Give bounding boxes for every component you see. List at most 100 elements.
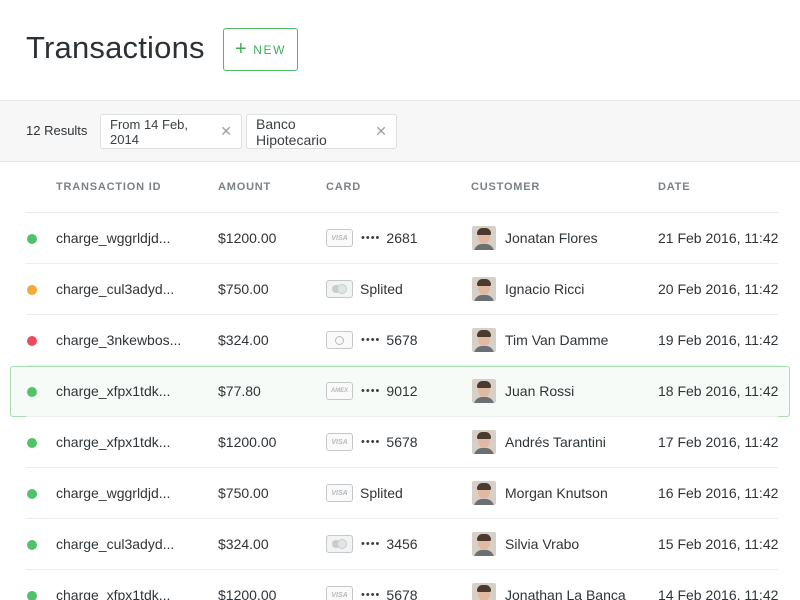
table-row[interactable]: charge_xfpx1tdk... $77.80 AMEX •••• 9012 J… bbox=[0, 366, 800, 417]
plus-icon: + bbox=[234, 37, 249, 60]
split-card-icon bbox=[326, 535, 353, 553]
status-dot bbox=[27, 234, 37, 244]
avatar bbox=[472, 481, 496, 505]
amount: $1200.00 bbox=[218, 587, 277, 600]
customer-name: Jonathan La Banca bbox=[505, 587, 626, 600]
transaction-id[interactable]: charge_3nkewbos... bbox=[56, 332, 181, 348]
table-row[interactable]: charge_xfpx1tdk... $1200.00 VISA •••• 5678… bbox=[0, 417, 800, 468]
card-mask: •••• bbox=[361, 589, 381, 600]
amount: $750.00 bbox=[218, 485, 269, 501]
card-last4: 5678 bbox=[386, 434, 418, 450]
card-mask: •••• bbox=[361, 436, 381, 448]
transaction-id[interactable]: charge_wggrldjd... bbox=[56, 485, 170, 501]
visa-card-icon: VISA bbox=[326, 229, 353, 247]
card-cell: •••• 3456 bbox=[326, 535, 418, 553]
date: 21 Feb 2016, 11:42 bbox=[658, 230, 779, 246]
amount: $1200.00 bbox=[218, 434, 277, 450]
date: 20 Feb 2016, 11:42 bbox=[658, 281, 779, 297]
new-button-label: NEW bbox=[253, 42, 287, 57]
status-dot bbox=[27, 540, 37, 550]
customer-name: Morgan Knutson bbox=[505, 485, 608, 501]
customer-name: Andrés Tarantini bbox=[505, 434, 606, 450]
customer-cell[interactable]: Juan Rossi bbox=[472, 379, 574, 403]
card-last4: 5678 bbox=[386, 332, 418, 348]
transaction-id[interactable]: charge_xfpx1tdk... bbox=[56, 383, 170, 399]
customer-name: Ignacio Ricci bbox=[505, 281, 585, 297]
card-last4: 2681 bbox=[386, 230, 418, 246]
transaction-id[interactable]: charge_cul3adyd... bbox=[56, 281, 174, 297]
column-header-amount[interactable]: AMOUNT bbox=[218, 181, 271, 193]
table-row[interactable]: charge_3nkewbos... $324.00 •••• 5678 Tim … bbox=[0, 315, 800, 366]
close-icon[interactable]: ✕ bbox=[375, 123, 387, 140]
customer-cell[interactable]: Andrés Tarantini bbox=[472, 430, 606, 454]
date: 15 Feb 2016, 11:42 bbox=[658, 536, 779, 552]
avatar bbox=[472, 226, 496, 250]
card-label: Splited bbox=[360, 485, 403, 501]
visa-card-icon: VISA bbox=[326, 433, 353, 451]
card-label: Splited bbox=[360, 281, 403, 297]
amount: $77.80 bbox=[218, 383, 261, 399]
visa-card-icon: VISA bbox=[326, 484, 353, 502]
split-card-icon bbox=[326, 280, 353, 298]
customer-cell[interactable]: Tim Van Damme bbox=[472, 328, 608, 352]
card-mask: •••• bbox=[361, 385, 381, 397]
customer-cell[interactable]: Silvia Vrabo bbox=[472, 532, 579, 556]
amex-card-icon: AMEX bbox=[326, 382, 353, 400]
close-icon[interactable]: ✕ bbox=[220, 123, 232, 140]
card-mask: •••• bbox=[361, 334, 381, 346]
card-cell: AMEX •••• 9012 bbox=[326, 382, 418, 400]
card-cell: VISA •••• 5678 bbox=[326, 433, 418, 451]
card-last4: 5678 bbox=[386, 587, 418, 600]
card-cell: VISA •••• 5678 bbox=[326, 586, 418, 600]
avatar bbox=[472, 583, 496, 600]
customer-name: Jonatan Flores bbox=[505, 230, 598, 246]
status-dot bbox=[27, 336, 37, 346]
avatar bbox=[472, 277, 496, 301]
table-row[interactable]: charge_cul3adyd... $750.00 Splited Ignac… bbox=[0, 264, 800, 315]
column-header-date[interactable]: DATE bbox=[658, 181, 690, 193]
amount: $324.00 bbox=[218, 536, 269, 552]
customer-name: Tim Van Damme bbox=[505, 332, 609, 348]
date: 14 Feb 2016, 11:42 bbox=[658, 587, 779, 600]
customer-cell[interactable]: Jonathan La Banca bbox=[472, 583, 626, 600]
card-cell: •••• 5678 bbox=[326, 331, 418, 349]
filter-chip-bank[interactable]: Banco Hipotecario ✕ bbox=[246, 114, 397, 149]
transaction-id[interactable]: charge_cul3adyd... bbox=[56, 536, 174, 552]
new-transaction-button[interactable]: + NEW bbox=[223, 28, 298, 71]
status-dot bbox=[27, 285, 37, 295]
filter-chip-label: Banco Hipotecario bbox=[256, 115, 327, 148]
customer-name: Juan Rossi bbox=[505, 383, 575, 399]
customer-cell[interactable]: Morgan Knutson bbox=[472, 481, 608, 505]
results-count: 12 Results bbox=[26, 123, 88, 138]
filter-chip-date[interactable]: From 14 Feb, 2014 ✕ bbox=[100, 114, 242, 149]
transaction-id[interactable]: charge_xfpx1tdk... bbox=[56, 434, 170, 450]
avatar bbox=[472, 379, 496, 403]
amount: $1200.00 bbox=[218, 230, 277, 246]
page-title: Transactions bbox=[26, 30, 205, 65]
date: 17 Feb 2016, 11:42 bbox=[658, 434, 779, 450]
visa-card-icon: VISA bbox=[326, 586, 353, 600]
customer-cell[interactable]: Jonatan Flores bbox=[472, 226, 598, 250]
status-dot bbox=[27, 591, 37, 600]
table-row[interactable]: charge_wggrldjd... $750.00 VISA Splited M… bbox=[0, 468, 800, 519]
column-header-card[interactable]: CARD bbox=[326, 181, 361, 193]
transaction-id[interactable]: charge_xfpx1tdk... bbox=[56, 587, 170, 600]
table-header: TRANSACTION ID AMOUNT CARD CUSTOMER DATE bbox=[0, 162, 800, 213]
page-header: Transactions + NEW bbox=[0, 0, 800, 100]
transaction-id[interactable]: charge_wggrldjd... bbox=[56, 230, 170, 246]
table-row[interactable]: charge_xfpx1tdk... $1200.00 VISA •••• 5678… bbox=[0, 570, 800, 600]
card-last4: 3456 bbox=[386, 536, 418, 552]
card-last4: 9012 bbox=[386, 383, 418, 399]
card-cell: Splited bbox=[326, 280, 403, 298]
filter-chip-label: From 14 Feb, 2014 bbox=[110, 116, 189, 147]
table-row[interactable]: charge_cul3adyd... $324.00 •••• 3456 Silv… bbox=[0, 519, 800, 570]
filter-bar: 12 Results From 14 Feb, 2014 ✕ Banco Hip… bbox=[0, 100, 800, 162]
column-header-transaction-id[interactable]: TRANSACTION ID bbox=[56, 181, 161, 193]
status-dot bbox=[27, 438, 37, 448]
column-header-customer[interactable]: CUSTOMER bbox=[471, 181, 540, 193]
card-cell: VISA •••• 2681 bbox=[326, 229, 418, 247]
card-mask: •••• bbox=[361, 232, 381, 244]
customer-cell[interactable]: Ignacio Ricci bbox=[472, 277, 584, 301]
table-row[interactable]: charge_wggrldjd... $1200.00 VISA •••• 2681… bbox=[0, 213, 800, 264]
card-cell: VISA Splited bbox=[326, 484, 403, 502]
